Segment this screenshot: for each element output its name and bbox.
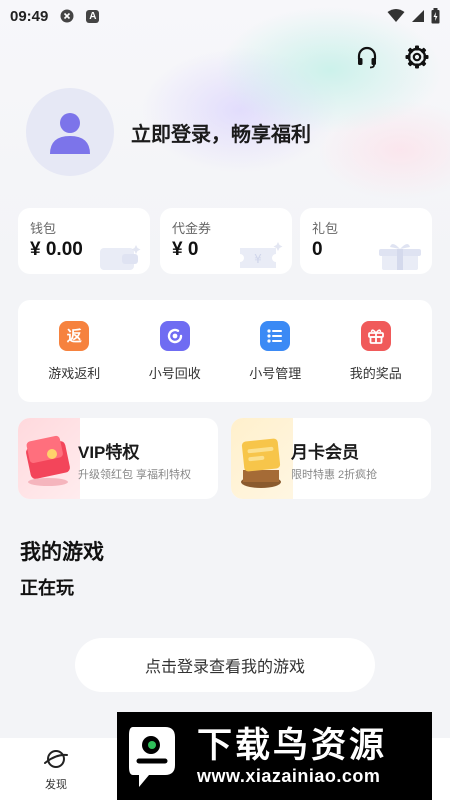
login-view-games-button[interactable]: 点击登录查看我的游戏	[75, 638, 375, 692]
action-game-rebate[interactable]: 返 游戏返利	[29, 320, 119, 382]
app-badge-icon: A	[86, 9, 100, 23]
voucher-label: 代金券	[172, 221, 212, 236]
action-label: 小号管理	[249, 365, 302, 381]
avatar[interactable]	[26, 88, 114, 176]
promo-title: 月卡会员	[291, 443, 359, 462]
watermark-title: 下载鸟资源	[197, 725, 388, 765]
playing-subtitle: 正在玩	[20, 578, 74, 598]
action-label: 游戏返利	[48, 365, 101, 381]
voucher-icon: ¥	[240, 242, 283, 268]
vip-privilege-card[interactable]: VIP特权 升级领红包 享福利特权	[18, 418, 218, 499]
monthly-card-member-card[interactable]: 月卡会员 限时特惠 2折疯抢	[231, 418, 431, 499]
svg-text:¥: ¥	[254, 252, 262, 266]
wallet-icon	[100, 245, 141, 270]
status-time: 09:49	[10, 7, 49, 25]
my-games-title: 我的游戏	[20, 541, 104, 564]
status-bar: 09:49 A	[0, 0, 450, 32]
promo-subtitle: 升级领红包 享福利特权	[78, 469, 192, 481]
gift-box-icon	[379, 243, 421, 270]
close-circle-icon	[60, 9, 74, 23]
nav-discover[interactable]: 发现	[26, 746, 86, 792]
promo-subtitle: 限时特惠 2折疯抢	[291, 469, 378, 481]
gift-icon	[360, 320, 391, 351]
quick-actions: 返 游戏返利 小号回收 小号管理 我的奖品	[18, 300, 432, 402]
header-actions	[352, 42, 432, 72]
bird-logo-icon	[129, 727, 175, 787]
login-prompt[interactable]: 立即登录，畅享福利	[131, 118, 311, 147]
battery-icon	[431, 8, 440, 24]
signal-icon	[411, 9, 425, 23]
gift-pack-label: 礼包	[312, 221, 339, 236]
watermark-banner: 下载鸟资源 www.xiazainiao.com	[117, 712, 432, 800]
nav-label: 发现	[45, 779, 67, 791]
action-account-manage[interactable]: 小号管理	[230, 320, 320, 382]
rebate-icon: 返	[59, 320, 90, 351]
voucher-card[interactable]: 代金券 ¥ 0 ¥	[160, 208, 292, 274]
headset-icon[interactable]	[352, 42, 382, 72]
action-label: 我的奖品	[349, 365, 402, 381]
membership-card-icon	[231, 418, 293, 499]
action-account-recycle[interactable]: 小号回收	[130, 320, 220, 382]
watermark-url: www.xiazainiao.com	[197, 765, 381, 786]
wallet-card[interactable]: 钱包 ¥ 0.00	[18, 208, 150, 274]
gear-icon[interactable]	[402, 42, 432, 72]
wallet-label: 钱包	[30, 221, 57, 236]
red-envelope-icon	[18, 418, 80, 499]
planet-icon	[44, 750, 68, 768]
promo-title: VIP特权	[78, 443, 140, 462]
recycle-icon	[159, 320, 190, 351]
action-label: 小号回收	[148, 365, 201, 381]
list-icon	[260, 320, 291, 351]
gift-pack-card[interactable]: 礼包 0	[300, 208, 432, 274]
wifi-icon	[387, 9, 405, 23]
action-my-prizes[interactable]: 我的奖品	[331, 320, 421, 382]
user-icon	[50, 113, 90, 154]
